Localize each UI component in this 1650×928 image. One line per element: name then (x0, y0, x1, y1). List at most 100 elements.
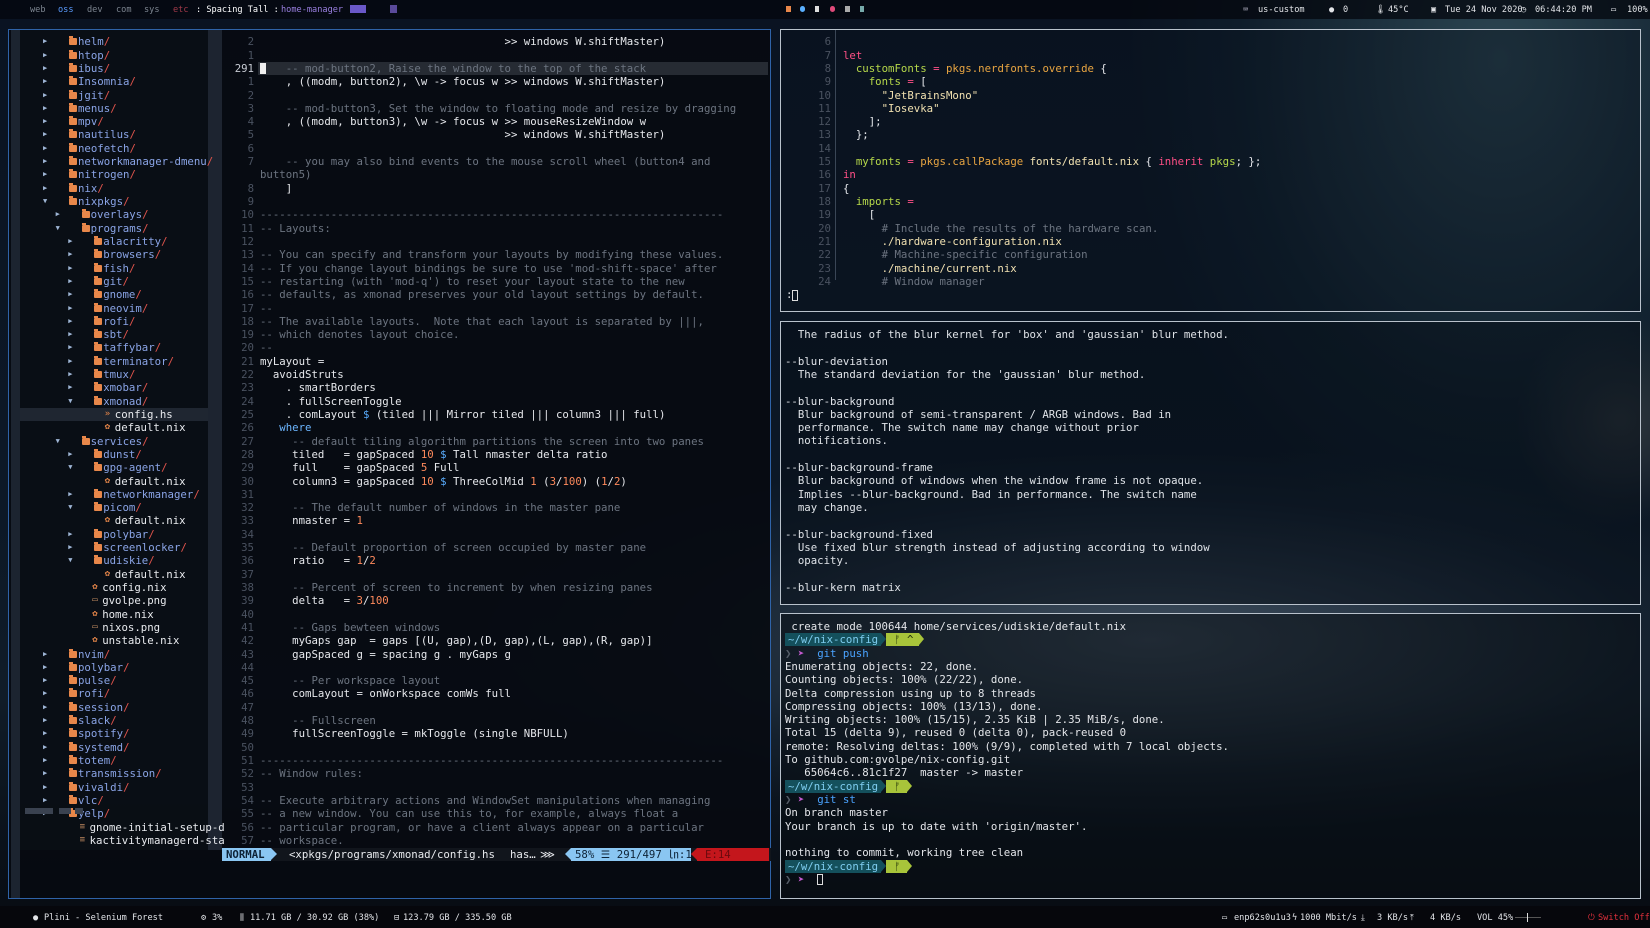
code-line[interactable]: full = gapSpaced 5 Full (260, 461, 459, 474)
code-line[interactable]: ] (260, 182, 292, 195)
code-line[interactable]: avoidStruts (260, 368, 344, 381)
code-line[interactable]: # Include the results of the hardware sc… (843, 222, 1159, 235)
chevron-right-icon[interactable]: ▶ (68, 302, 72, 315)
chevron-right-icon[interactable]: ▶ (43, 75, 47, 88)
tree-folder[interactable]: ▶ networkmanager / (20, 488, 208, 501)
tree-folder[interactable]: ▶ browsers / (20, 248, 208, 261)
code-line[interactable]: fullScreenToggle = mkToggle (single NBFU… (260, 727, 569, 740)
volume-knob[interactable] (1526, 913, 1528, 922)
tree-folder[interactable]: ▶ neovim / (20, 302, 208, 315)
code-line[interactable]: ----------------------------------------… (260, 208, 723, 221)
chevron-right-icon[interactable]: ▶ (68, 262, 72, 275)
workspace-com[interactable]: com (116, 5, 132, 15)
code-line[interactable]: >> windows W.shiftMaster) (260, 35, 666, 48)
tree-folder[interactable]: ▶ pulse / (20, 674, 208, 687)
chevron-right-icon[interactable]: ▶ (43, 767, 47, 780)
tree-file[interactable]: ✿ default.nix (20, 421, 208, 434)
tree-folder[interactable]: ▼ xmonad / (20, 395, 208, 408)
code-line[interactable]: delta = 3/100 (260, 594, 389, 607)
tree-folder[interactable]: ▶ polybar / (20, 661, 208, 674)
command-line[interactable]: : (786, 288, 799, 301)
code-line[interactable]: }; (843, 128, 869, 141)
tree-file[interactable]: ✿ default.nix (20, 514, 208, 527)
power-button[interactable]: Switch Off (1598, 913, 1650, 923)
tree-folder[interactable]: ▶ transmission / (20, 767, 208, 780)
code-line[interactable]: # Window manager (843, 275, 985, 288)
manpage-window[interactable]: The radius of the blur kernel for 'box' … (780, 321, 1641, 605)
code-line[interactable]: -- The available layouts. Note that each… (260, 315, 704, 328)
chevron-right-icon[interactable]: ▶ (43, 35, 47, 48)
tree-file[interactable]: ✿ unstable.nix (20, 634, 208, 647)
tree-file[interactable]: ≡ gnome-initial-setup-d (20, 821, 225, 834)
tree-folder[interactable]: ▶ htop / (20, 49, 208, 62)
chevron-right-icon[interactable]: ▶ (43, 741, 47, 754)
tree-folder[interactable]: ▶ totem / (20, 754, 208, 767)
tree-folder[interactable]: ▶ fish / (20, 262, 208, 275)
code-line[interactable]: ./machine/current.nix (843, 262, 1017, 275)
code-line[interactable]: -- Layouts: (260, 222, 331, 235)
code-line[interactable]: ----------------------------------------… (260, 754, 723, 767)
tree-folder[interactable]: ▼ nixpkgs / (20, 195, 208, 208)
chevron-right-icon[interactable]: ▶ (43, 687, 47, 700)
code-line[interactable]: -- mod-button3, Set the window to floati… (260, 102, 736, 115)
tree-file[interactable]: ▭ gvolpe.png (20, 594, 208, 607)
chevron-right-icon[interactable]: ▶ (43, 49, 47, 62)
code-line[interactable]: -- You can specify and transform your la… (260, 248, 723, 261)
tree-folder[interactable]: ▶ slack / (20, 714, 208, 727)
code-line[interactable]: in (843, 168, 856, 181)
chevron-right-icon[interactable]: ▶ (68, 315, 72, 328)
code-line[interactable]: column3 = gapSpaced 10 $ ThreeColMid 1 (… (260, 475, 627, 488)
code-line[interactable]: -- Per workspace layout (260, 674, 440, 687)
workspace-oss[interactable]: oss (58, 5, 74, 15)
tree-folder[interactable]: ▶ helm / (20, 35, 208, 48)
code-line[interactable]: gapSpaced g = spacing g . myGaps g (260, 648, 511, 661)
code-line[interactable]: -- Fullscreen (260, 714, 376, 727)
chevron-right-icon[interactable]: ▶ (68, 368, 72, 381)
tree-folder[interactable]: ▶ rofi / (20, 315, 208, 328)
tray-icon[interactable] (815, 6, 819, 12)
chevron-down-icon[interactable]: ▼ (68, 501, 72, 514)
chevron-right-icon[interactable]: ▶ (43, 714, 47, 727)
chevron-right-icon[interactable]: ▶ (56, 208, 60, 221)
tree-folder[interactable]: ▼ programs / (20, 222, 208, 235)
chevron-right-icon[interactable]: ▶ (43, 648, 47, 661)
tree-folder[interactable]: ▶ mpv / (20, 115, 208, 128)
power-icon[interactable]: ⏻ (1588, 913, 1595, 923)
code-line[interactable]: -- Percent of screen to increment by whe… (260, 581, 652, 594)
tray-icon[interactable] (830, 6, 835, 12)
chevron-right-icon[interactable]: ▶ (43, 701, 47, 714)
workspace-sys[interactable]: sys (144, 5, 160, 15)
code-line[interactable]: -- Default proportion of screen occupied… (260, 541, 646, 554)
chevron-down-icon[interactable]: ▼ (68, 395, 72, 408)
command-text[interactable]: git push (817, 647, 868, 660)
tree-folder[interactable]: ▶ sbt / (20, 328, 208, 341)
code-line[interactable]: customFonts = pkgs.nerdfonts.override { (843, 62, 1107, 75)
tree-file[interactable]: ✿ home.nix (20, 608, 208, 621)
code-line[interactable]: -- workspace. (260, 834, 344, 847)
code-line[interactable]: . smartBorders (260, 381, 376, 394)
workspace-dev[interactable]: dev (87, 5, 103, 15)
tree-folder[interactable]: ▶ nvim / (20, 648, 208, 661)
tree-folder[interactable]: ▶ nitrogen / (20, 168, 208, 181)
tree-scrollbar[interactable] (59, 808, 71, 814)
tree-folder[interactable]: ▶ xmobar / (20, 381, 208, 394)
tree-folder[interactable]: ▶ systemd / (20, 741, 208, 754)
tree-folder[interactable]: ▶ tmux / (20, 368, 208, 381)
chevron-right-icon[interactable]: ▶ (43, 168, 47, 181)
chevron-right-icon[interactable]: ▶ (43, 62, 47, 75)
chevron-right-icon[interactable]: ▶ (68, 328, 72, 341)
tree-folder[interactable]: ▶ menus / (20, 102, 208, 115)
chevron-right-icon[interactable]: ▶ (68, 275, 72, 288)
nix-editor-window[interactable]: 6 7 let 8 customFonts = pkgs.nerdfonts.over… (780, 29, 1641, 312)
chevron-right-icon[interactable]: ▶ (43, 128, 47, 141)
code-line[interactable]: -- which denotes layout choice. (260, 328, 459, 341)
code-line[interactable]: # Machine-specific configuration (843, 248, 1088, 261)
chevron-right-icon[interactable]: ▶ (68, 448, 72, 461)
code-line[interactable]: -- (260, 341, 273, 354)
chevron-right-icon[interactable]: ▶ (43, 781, 47, 794)
chevron-down-icon[interactable]: ▼ (56, 222, 60, 235)
volume-slider[interactable] (1515, 913, 1541, 922)
tree-folder[interactable]: ▶ Insomnia / (20, 75, 208, 88)
code-line[interactable]: fonts = [ (843, 75, 927, 88)
tree-folder[interactable]: ▶ networkmanager-dmenu / (20, 155, 213, 168)
